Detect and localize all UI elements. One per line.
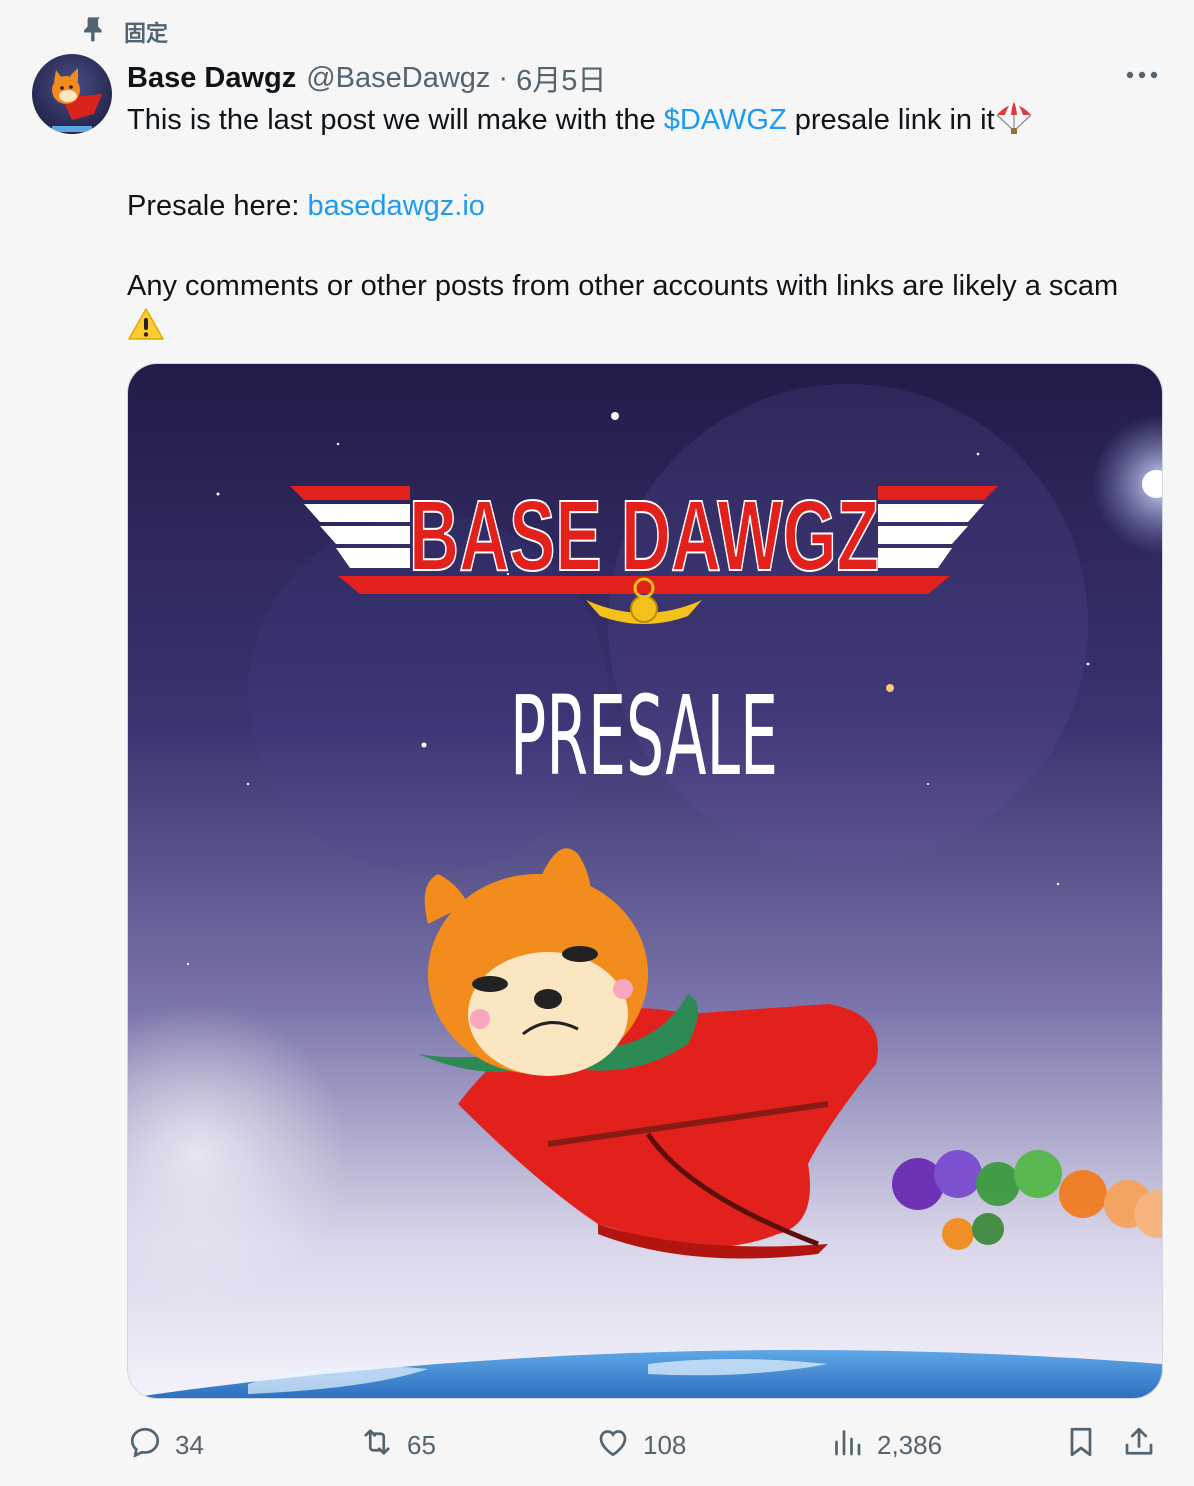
text-segment: This is the last post we will make with … <box>127 104 664 136</box>
post-line-1: This is the last post we will make with … <box>127 100 1137 146</box>
more-options-button[interactable] <box>1122 60 1162 92</box>
avatar[interactable] <box>32 54 112 134</box>
action-bar: 34 65 108 2,386 <box>127 1422 1167 1468</box>
post-text: This is the last post we will make with … <box>127 100 1137 352</box>
views-count: 2,386 <box>877 1429 943 1460</box>
reply-icon <box>127 1424 163 1467</box>
views-icon <box>829 1424 865 1467</box>
pin-icon <box>80 15 108 49</box>
views-button[interactable]: 2,386 <box>829 1422 942 1468</box>
post-media-image[interactable]: BASE DAWGZ PRESALE <box>127 363 1163 1399</box>
cashtag-link[interactable]: $DAWGZ <box>664 104 787 136</box>
reply-count: 34 <box>175 1429 204 1460</box>
separator: · <box>498 61 509 94</box>
like-button[interactable]: 108 <box>595 1422 686 1468</box>
repost-icon <box>359 1424 395 1467</box>
more-icon <box>1125 67 1159 85</box>
bookmark-icon <box>1063 1424 1099 1467</box>
reply-button[interactable]: 34 <box>127 1422 204 1468</box>
post-line-2: Presale here: basedawgz.io <box>127 186 1137 226</box>
text-segment: Presale here: <box>127 190 308 222</box>
warning-emoji <box>127 307 165 352</box>
like-count: 108 <box>643 1429 687 1460</box>
post-line-3: Any comments or other posts from other a… <box>127 266 1137 352</box>
share-icon <box>1121 1424 1157 1467</box>
share-button[interactable] <box>1121 1422 1157 1468</box>
parachute-emoji <box>995 101 1033 146</box>
presale-link[interactable]: basedawgz.io <box>308 190 485 222</box>
presale-heading: PRESALE <box>510 672 778 800</box>
post-header: Base Dawgz @BaseDawgz · 6月5日 <box>127 58 1084 98</box>
post-date[interactable]: 6月5日 <box>516 57 606 99</box>
repost-button[interactable]: 65 <box>359 1422 436 1468</box>
logo-title: BASE DAWGZ <box>409 480 879 592</box>
heart-icon <box>595 1424 631 1467</box>
pinned-indicator: 固定 <box>80 16 168 48</box>
bookmark-button[interactable] <box>1063 1422 1099 1468</box>
pinned-label: 固定 <box>124 21 169 46</box>
text-segment: Any comments or other posts from other a… <box>127 270 1119 302</box>
author-name[interactable]: Base Dawgz <box>127 62 296 95</box>
repost-count: 65 <box>407 1429 436 1460</box>
author-handle[interactable]: @BaseDawgz <box>306 62 490 95</box>
text-segment: presale link in it <box>786 104 995 136</box>
